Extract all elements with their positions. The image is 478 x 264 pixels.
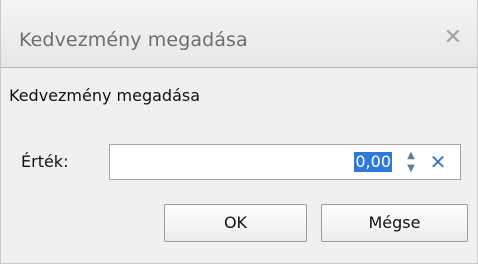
clear-icon[interactable]: ✕ <box>428 150 448 174</box>
cancel-button[interactable]: Mégse <box>321 204 468 242</box>
dialog-message: Kedvezmény megadása <box>9 86 201 105</box>
value-text[interactable]: 0,00 <box>354 152 392 172</box>
value-input[interactable]: 0,00 ▲ ▼ ✕ <box>109 144 461 180</box>
discount-dialog: Kedvezmény megadása ✕ Kedvezmény megadás… <box>0 0 478 264</box>
spin-up-icon[interactable]: ▲ <box>404 149 418 162</box>
ok-button[interactable]: OK <box>164 204 307 242</box>
value-label: Érték: <box>21 152 69 171</box>
dialog-title: Kedvezmény megadása <box>19 29 248 51</box>
value-spinner[interactable]: ▲ ▼ <box>404 149 418 175</box>
close-icon[interactable]: ✕ <box>439 24 467 52</box>
dialog-titlebar: Kedvezmény megadása ✕ <box>1 0 477 68</box>
spin-down-icon[interactable]: ▼ <box>404 162 418 175</box>
